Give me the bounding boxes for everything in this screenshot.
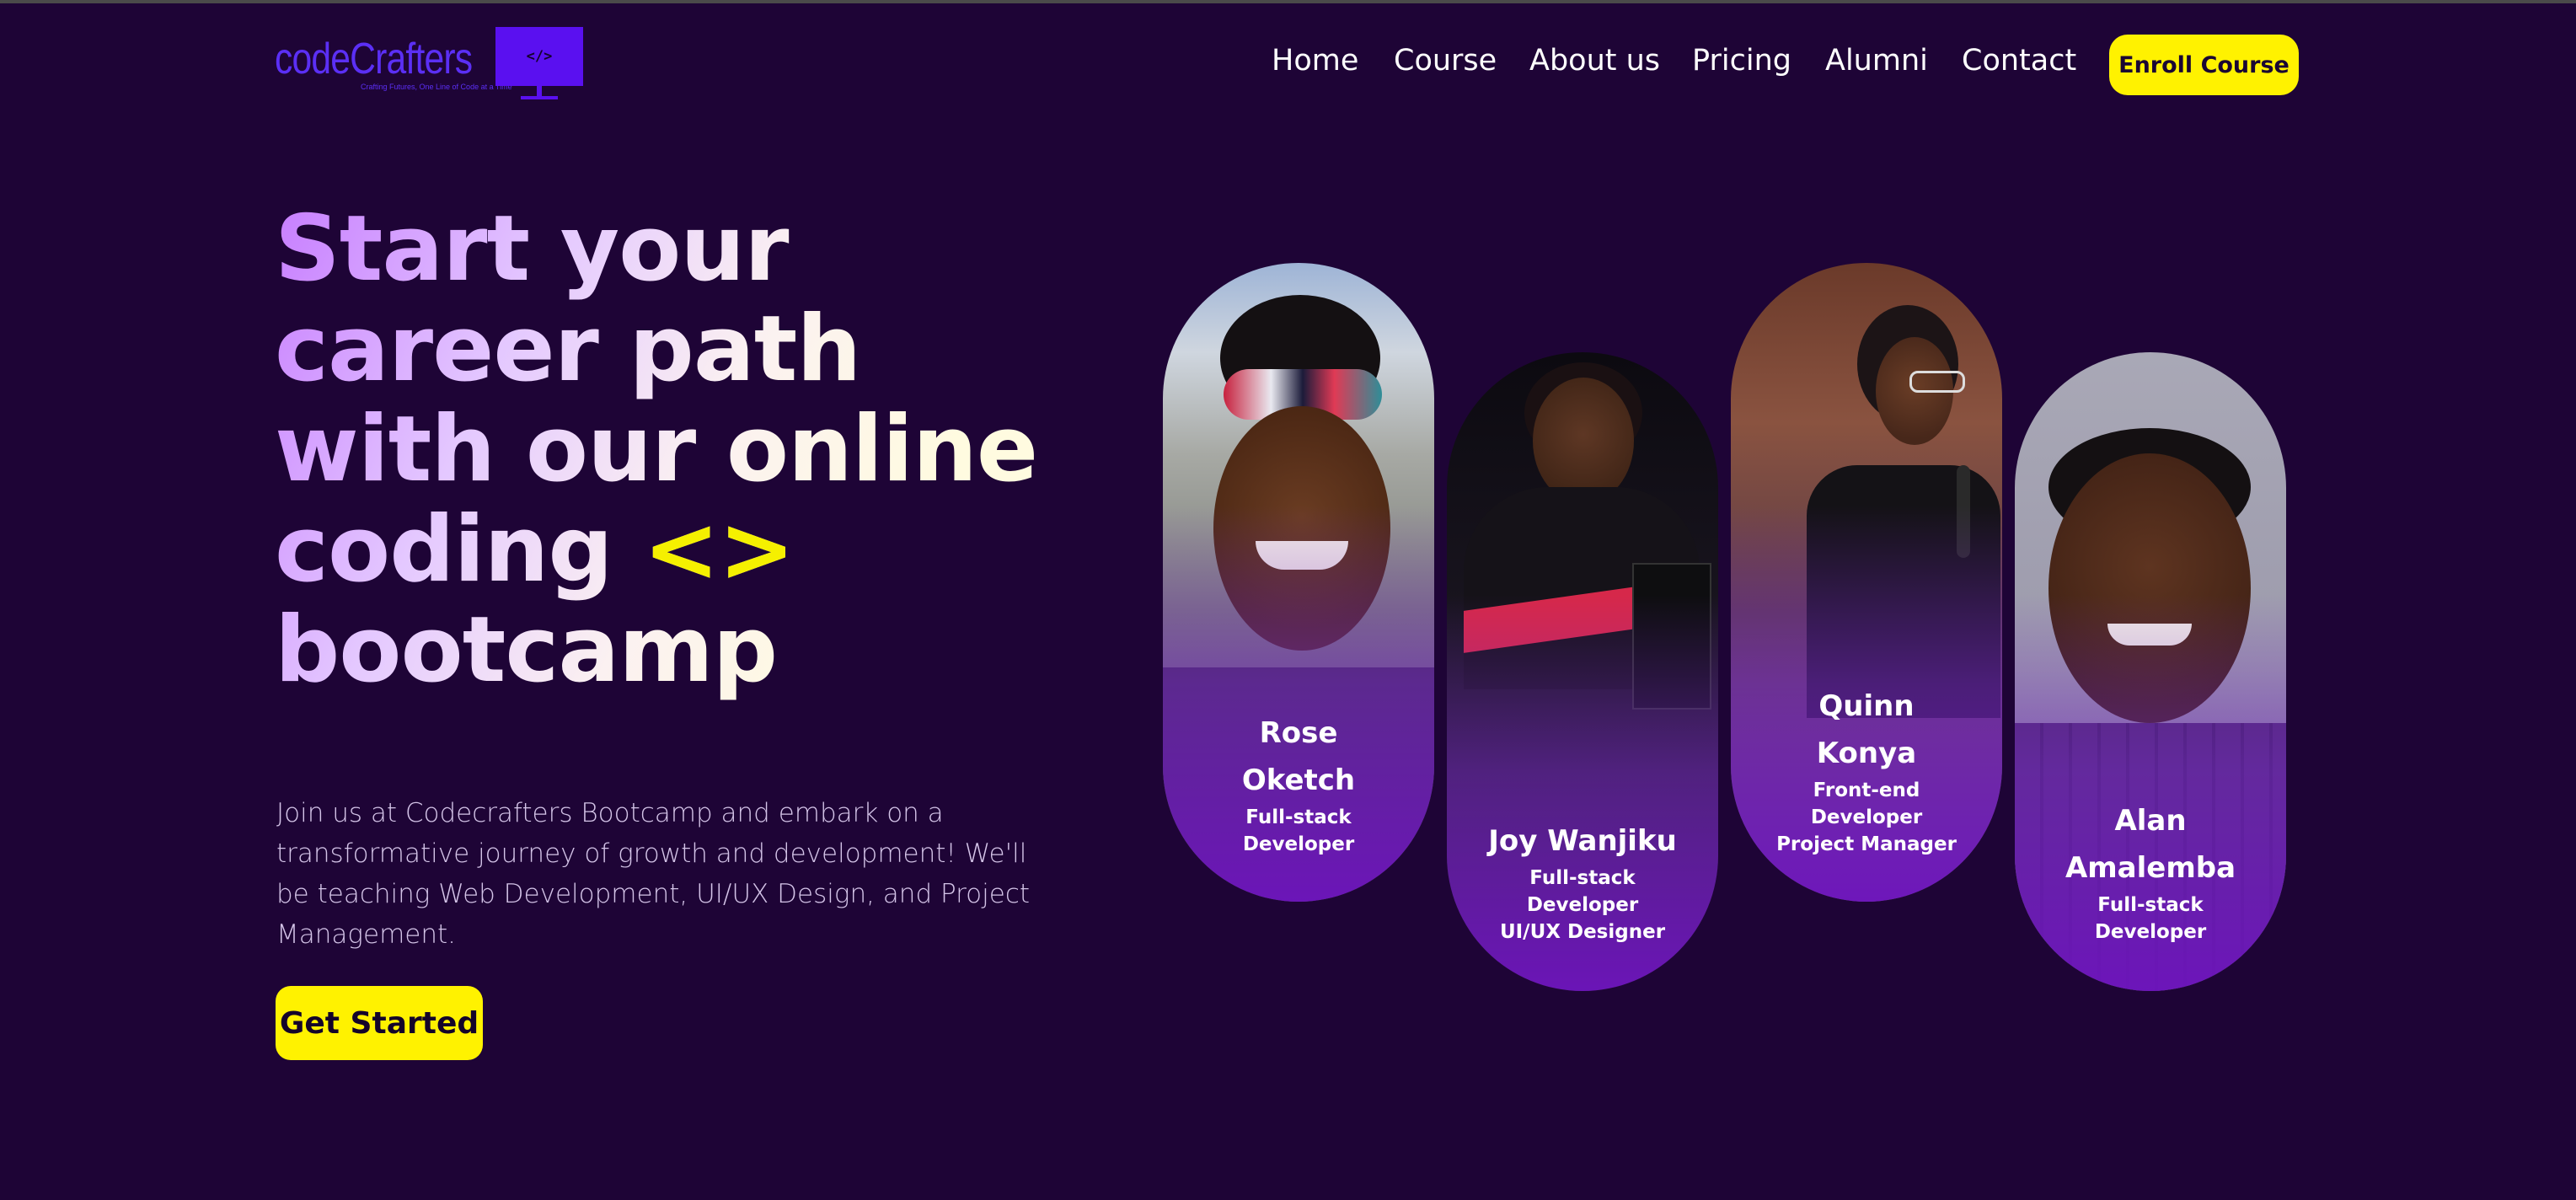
nav-course[interactable]: Course xyxy=(1394,44,1497,78)
alumni-role: Full-stack Developer xyxy=(1242,806,1355,855)
headline-line: bootcamp xyxy=(275,597,778,703)
nav-about-us[interactable]: About us xyxy=(1529,44,1660,78)
alumni-name: Joy Wanjiku xyxy=(1488,824,1677,858)
alumni-card-joy[interactable]: Joy Wanjiku Full-stack Developer UI/UX D… xyxy=(1447,352,1718,991)
landing-page: { "header": { "logo_text": "codeCrafters… xyxy=(0,0,2576,1200)
get-started-button[interactable]: Get Started xyxy=(276,986,483,1060)
code-symbol-icon: <> xyxy=(643,497,795,603)
alumni-role: Front-end Developer Project Manager xyxy=(1776,779,1957,855)
alumni-name: Alan Amalemba xyxy=(2065,804,2236,885)
nav-contact[interactable]: Contact xyxy=(1962,44,2076,78)
alumni-card-rose[interactable]: Rose Oketch Full-stack Developer xyxy=(1163,263,1434,902)
hero-headline: Start your career path with our online c… xyxy=(275,199,1037,700)
headline-line: coding <> xyxy=(275,500,1037,600)
alumni-name: Quinn Konya xyxy=(1816,689,1917,770)
nav-home[interactable]: Home xyxy=(1272,44,1358,78)
alumni-name: Rose Oketch xyxy=(1241,716,1356,797)
top-border xyxy=(0,0,2576,3)
enroll-course-button[interactable]: Enroll Course xyxy=(2109,35,2299,95)
alumni-role: Full-stack Developer UI/UX Designer xyxy=(1499,867,1666,943)
headline-line: Start your xyxy=(275,196,789,302)
alumni-card-alan[interactable]: Alan Amalemba Full-stack Developer xyxy=(2015,352,2286,991)
alumni-role: Full-stack Developer xyxy=(2094,894,2207,943)
alumni-card-quinn[interactable]: Quinn Konya Front-end Developer Project … xyxy=(1731,263,2002,902)
nav-pricing[interactable]: Pricing xyxy=(1692,44,1791,78)
nav-alumni[interactable]: Alumni xyxy=(1825,44,1928,78)
hero-intro: Join us at Codecrafters Bootcamp and emb… xyxy=(276,798,1031,950)
headline-line: career path xyxy=(275,297,861,402)
headline-line: with our online xyxy=(275,397,1038,502)
headline-word: coding xyxy=(275,497,613,603)
